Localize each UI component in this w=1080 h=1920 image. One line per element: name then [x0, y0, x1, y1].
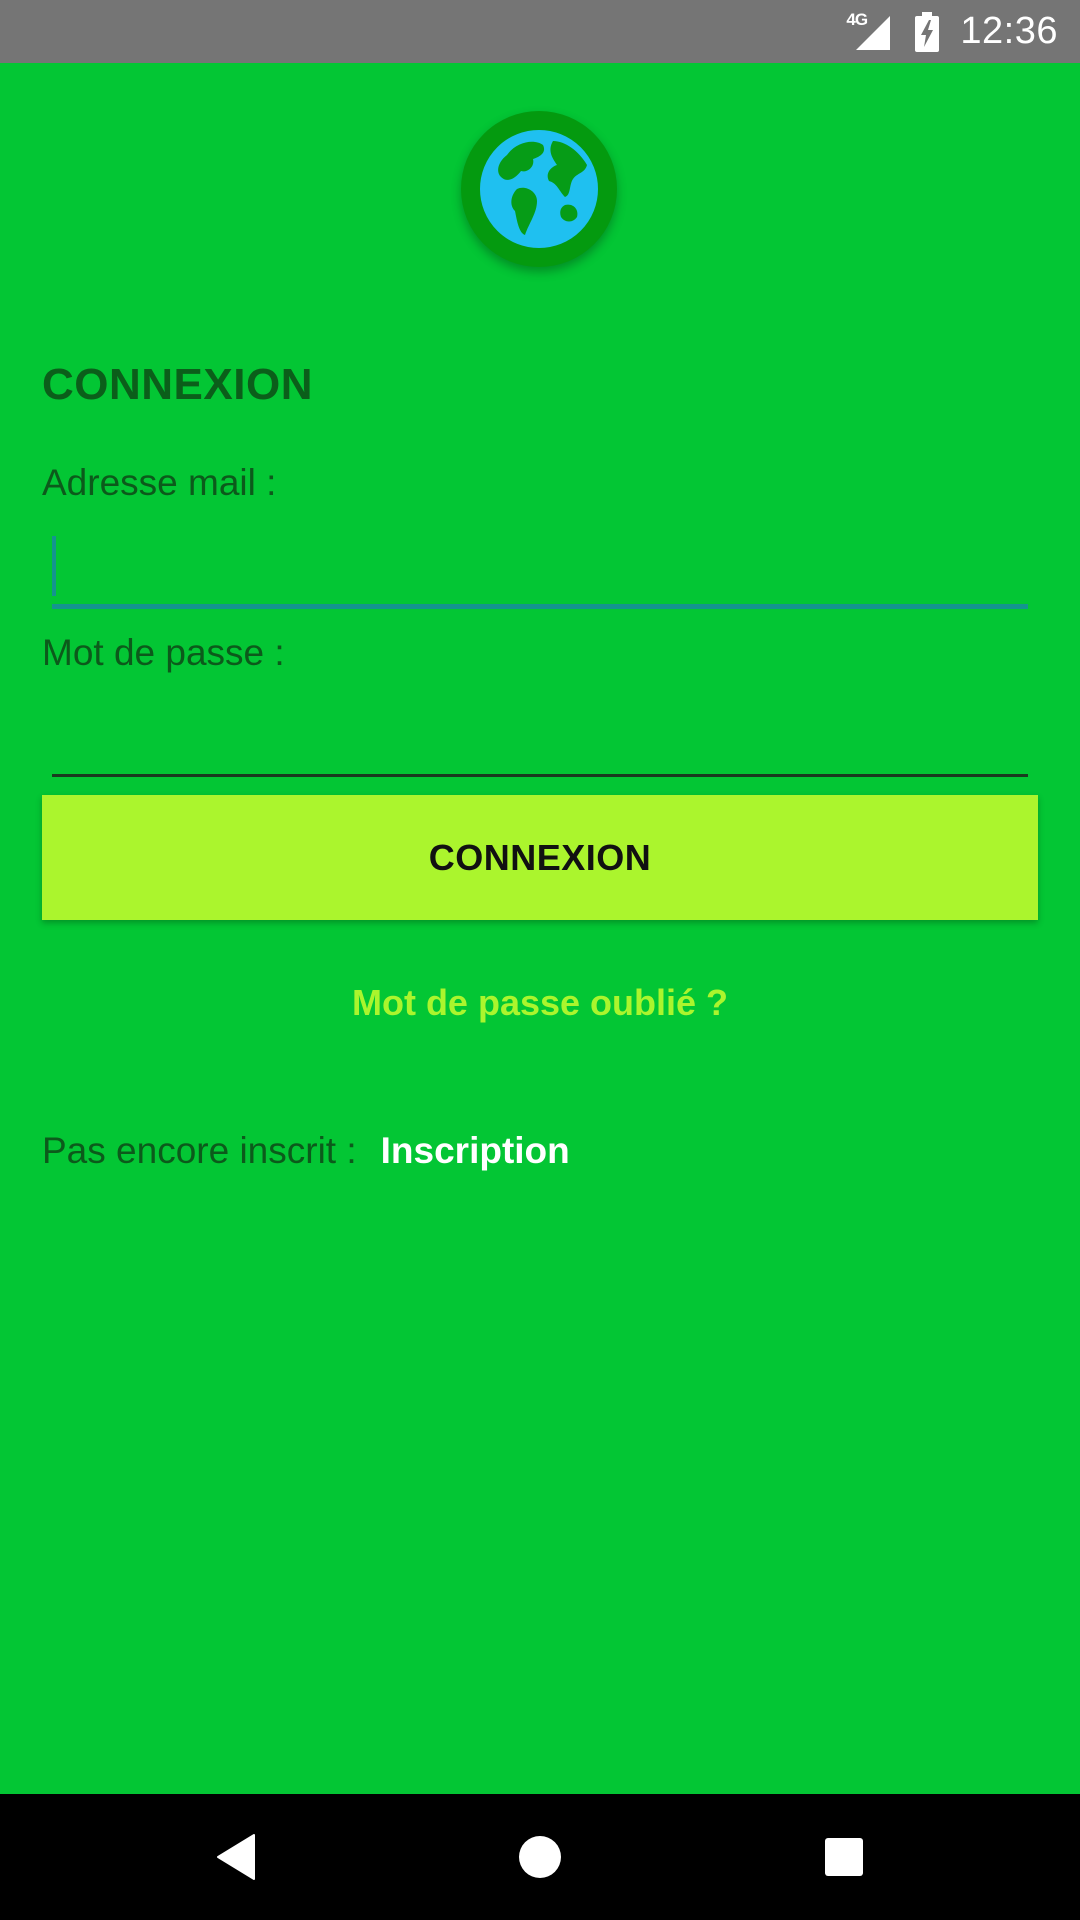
- back-icon: [217, 1834, 255, 1880]
- status-icons: 4G 12:36: [846, 0, 1058, 63]
- navigation-bar: [0, 1794, 1080, 1920]
- password-label: Mot de passe :: [42, 632, 285, 673]
- forgot-password-link[interactable]: Mot de passe oublié ?: [0, 982, 1080, 1024]
- battery-charging-icon: [915, 11, 940, 52]
- register-link[interactable]: Inscription: [381, 1130, 570, 1172]
- app-logo: [461, 111, 617, 267]
- email-field-container[interactable]: [52, 534, 1028, 609]
- clock: 12:36: [960, 10, 1058, 52]
- login-button[interactable]: CONNEXION: [42, 795, 1038, 920]
- home-icon: [519, 1836, 561, 1878]
- home-button[interactable]: [470, 1794, 610, 1920]
- password-field[interactable]: [52, 704, 1028, 774]
- password-field-container[interactable]: [52, 704, 1028, 777]
- recent-apps-button[interactable]: [774, 1794, 914, 1920]
- email-field[interactable]: [52, 534, 1028, 604]
- text-cursor: [52, 536, 56, 596]
- page-title: CONNEXION: [42, 360, 313, 409]
- status-bar: 4G 12:36: [0, 0, 1080, 63]
- back-button[interactable]: [166, 1794, 306, 1920]
- register-prompt: Pas encore inscrit :: [42, 1130, 357, 1171]
- email-label: Adresse mail :: [42, 462, 277, 503]
- signal-icon: 4G: [846, 10, 892, 52]
- register-row: Pas encore inscrit : Inscription: [42, 1130, 570, 1172]
- recent-apps-icon: [825, 1838, 863, 1876]
- globe-icon: [478, 128, 600, 250]
